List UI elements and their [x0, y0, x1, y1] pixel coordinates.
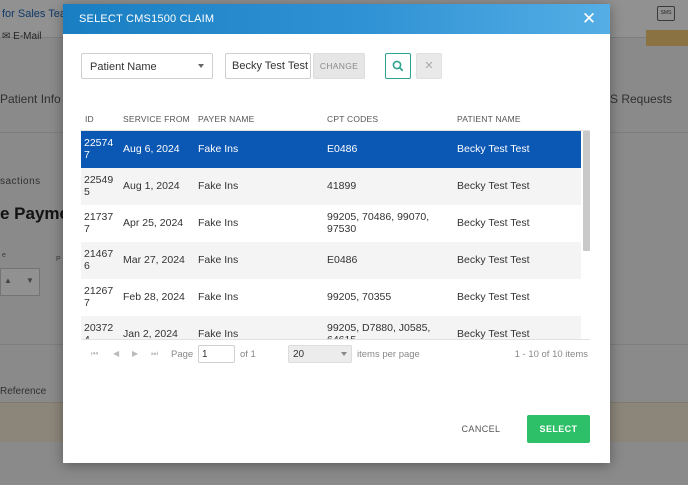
change-button[interactable]: CHANGE	[313, 53, 365, 79]
previous-page-icon[interactable]: ◀	[113, 349, 119, 358]
dialog-header: SELECT CMS1500 CLAIM ✕	[63, 4, 610, 34]
column-header-payer-name[interactable]: PAYER NAME	[198, 114, 254, 124]
cancel-button[interactable]: CANCEL	[449, 415, 513, 443]
cell-id: 225495	[84, 174, 114, 198]
cell-id: 212677	[84, 285, 114, 309]
first-page-icon[interactable]: ⏮	[91, 349, 98, 359]
page-of-label: of 1	[240, 349, 256, 360]
clear-button[interactable]: ✕	[416, 53, 442, 79]
search-icon	[392, 60, 404, 72]
cell-id: 203724	[84, 322, 114, 339]
cell-cpt-codes: 99205, 70355	[327, 291, 392, 303]
cell-payer-name: Fake Ins	[198, 217, 239, 229]
table-row[interactable]: 217377 Apr 25, 2024 Fake Ins 99205, 70486, …	[81, 205, 581, 242]
cell-cpt-codes: 41899	[327, 180, 357, 192]
cell-service-from: Aug 6, 2024	[123, 143, 180, 155]
table-body: 225747 Aug 6, 2024 Fake Ins E0486 Becky Test…	[81, 131, 581, 339]
page-size-dropdown[interactable]: 20	[288, 345, 352, 363]
dialog-title: SELECT CMS1500 CLAIM	[79, 13, 215, 25]
cell-patient-name: Becky Test Test	[457, 328, 530, 339]
cell-cpt-codes: 99205, 70486, 99070, 97530	[327, 211, 430, 235]
select-claim-dialog: SELECT CMS1500 CLAIM ✕ Patient Name CHAN…	[63, 4, 610, 463]
table-row[interactable]: 225747 Aug 6, 2024 Fake Ins E0486 Becky Test…	[81, 131, 581, 168]
page-label: Page	[171, 349, 194, 360]
column-header-id[interactable]: ID	[85, 114, 94, 124]
cell-service-from: Jan 2, 2024	[123, 328, 178, 339]
cell-payer-name: Fake Ins	[198, 328, 239, 339]
pager: ⏮ ◀ ▶ ⏭ Page of 1 20 items per page 1 - …	[81, 339, 590, 367]
cell-patient-name: Becky Test Test	[457, 291, 530, 303]
cell-payer-name: Fake Ins	[198, 291, 239, 303]
close-icon[interactable]: ✕	[579, 9, 599, 29]
cell-cpt-codes: 99205, D7880, J0585, 64615	[327, 322, 431, 339]
table-row[interactable]: 225495 Aug 1, 2024 Fake Ins 41899 Becky Test…	[81, 168, 581, 205]
search-field-value: Patient Name	[90, 61, 157, 73]
cell-payer-name: Fake Ins	[198, 143, 239, 155]
table-row[interactable]: 214676 Mar 27, 2024 Fake Ins E0486 Becky Tes…	[81, 242, 581, 279]
last-page-icon[interactable]: ⏭	[151, 349, 158, 359]
cell-patient-name: Becky Test Test	[457, 217, 530, 229]
search-field-dropdown[interactable]: Patient Name	[81, 53, 213, 79]
table-scrollbar[interactable]	[583, 131, 590, 251]
cell-service-from: Aug 1, 2024	[123, 180, 180, 192]
cell-cpt-codes: E0486	[327, 254, 358, 266]
close-icon: ✕	[424, 60, 434, 72]
cell-id: 214676	[84, 248, 114, 272]
cell-patient-name: Becky Test Test	[457, 180, 530, 192]
items-per-page-label: items per page	[357, 349, 420, 360]
table-header: ID SERVICE FROM PAYER NAME CPT CODES PAT…	[81, 108, 590, 131]
page-number-input[interactable]	[198, 345, 235, 363]
table-row[interactable]: 212677 Feb 28, 2024 Fake Ins 99205, 70355 Be…	[81, 279, 581, 316]
caret-down-icon	[341, 352, 347, 356]
table-row[interactable]: 203724 Jan 2, 2024 Fake Ins 99205, D7880, J…	[81, 316, 581, 339]
column-header-service-from[interactable]: SERVICE FROM	[123, 114, 190, 124]
cell-service-from: Feb 28, 2024	[123, 291, 185, 303]
page-size-value: 20	[293, 349, 305, 360]
search-button[interactable]	[385, 53, 411, 79]
column-header-cpt-codes[interactable]: CPT CODES	[327, 114, 378, 124]
cell-patient-name: Becky Test Test	[457, 143, 530, 155]
item-count-label: 1 - 10 of 10 items	[514, 349, 588, 360]
claims-table: ID SERVICE FROM PAYER NAME CPT CODES PAT…	[81, 108, 590, 339]
cell-service-from: Apr 25, 2024	[123, 217, 184, 229]
cell-id: 225747	[84, 137, 114, 161]
cell-cpt-codes: E0486	[327, 143, 358, 155]
caret-down-icon	[198, 64, 204, 68]
patient-name-input[interactable]	[225, 53, 311, 79]
select-button[interactable]: SELECT	[527, 415, 590, 443]
column-header-patient-name[interactable]: PATIENT NAME	[457, 114, 521, 124]
cell-payer-name: Fake Ins	[198, 180, 239, 192]
cell-patient-name: Becky Test Test	[457, 254, 530, 266]
next-page-icon[interactable]: ▶	[132, 349, 138, 358]
cell-id: 217377	[84, 211, 114, 235]
cell-service-from: Mar 27, 2024	[123, 254, 185, 266]
cell-payer-name: Fake Ins	[198, 254, 239, 266]
